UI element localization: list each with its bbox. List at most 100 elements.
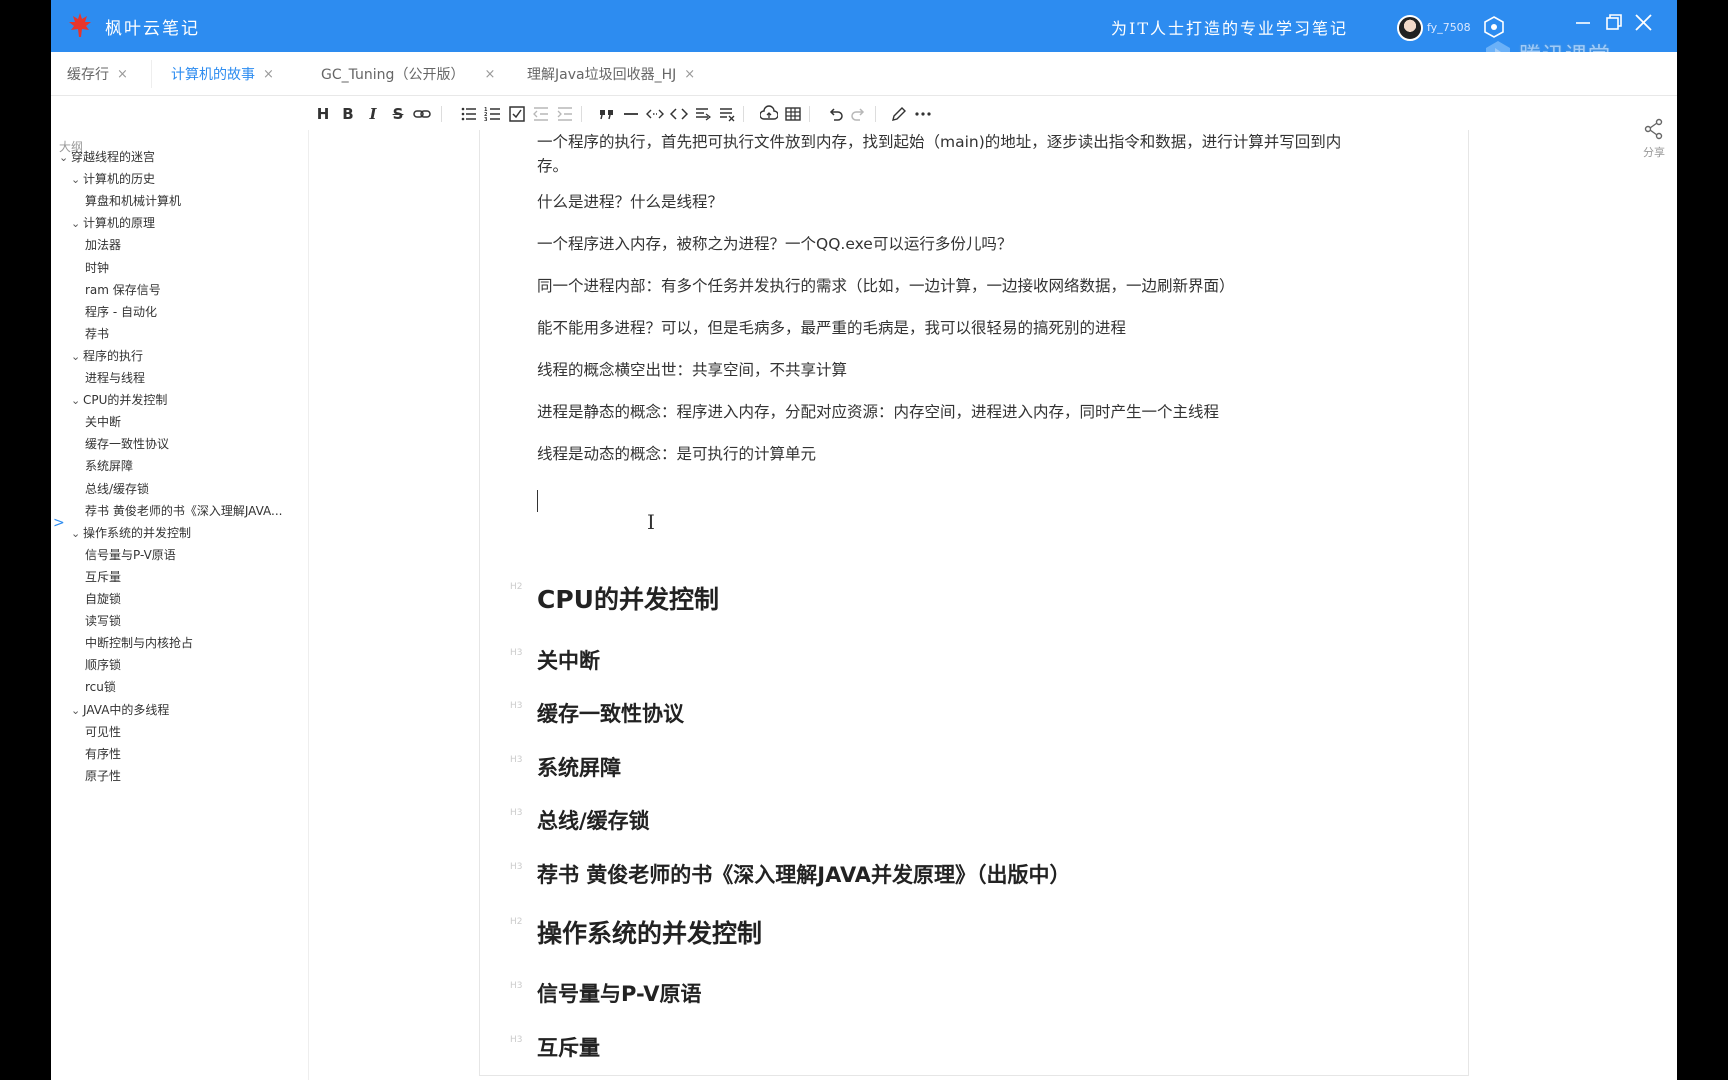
heading[interactable]: 关中断 <box>537 645 600 675</box>
tab-computer-story[interactable]: 计算机的故事 × <box>171 52 274 96</box>
outline-item[interactable]: 缓存一致性协议 <box>85 435 169 452</box>
outline-item[interactable]: 算盘和机械计算机 <box>85 192 181 209</box>
chevron-down-icon[interactable]: ⌄ <box>71 527 83 540</box>
outline-item[interactable]: ⌄ CPU的并发控制 <box>71 391 167 408</box>
chevron-down-icon[interactable]: ⌄ <box>71 394 83 407</box>
heading[interactable]: 操作系统的并发控制 <box>537 914 762 950</box>
share-button[interactable]: 分享 <box>1631 118 1677 159</box>
tab-cache-line[interactable]: 缓存行 × <box>67 52 128 96</box>
outline-item[interactable]: ⌄ JAVA中的多线程 <box>71 701 169 718</box>
outline-item[interactable]: 信号量与P-V原语 <box>85 546 176 563</box>
maple-leaf-logo-icon <box>69 13 91 37</box>
outline-item[interactable]: 原子性 <box>85 767 121 784</box>
heading-marker: H3 <box>510 648 523 658</box>
heading-icon[interactable]: H <box>313 104 333 124</box>
heading[interactable]: 系统屏障 <box>537 752 621 782</box>
paragraph[interactable]: 进程是静态的概念：程序进入内存，分配对应资源：内存空间，进程进入内存，同时产生一… <box>537 400 1219 424</box>
link-icon[interactable] <box>412 104 432 124</box>
code-block-icon[interactable] <box>669 104 689 124</box>
paragraph[interactable]: 同一个进程内部：有多个任务并发执行的需求（比如，一边计算，一边接收网络数据，一边… <box>537 274 1235 298</box>
outline-item-label: JAVA中的多线程 <box>83 702 170 717</box>
outline-item[interactable]: 有序性 <box>85 745 121 762</box>
bullet-list-icon[interactable] <box>459 104 479 124</box>
inline-code-icon[interactable] <box>645 104 665 124</box>
outline-item[interactable]: ⌄ 计算机的历史 <box>71 170 155 187</box>
table-icon[interactable] <box>783 104 803 124</box>
outline-item[interactable]: rcu锁 <box>85 678 116 695</box>
outline-item[interactable]: ⌄ 操作系统的并发控制 <box>71 524 191 541</box>
paragraph[interactable]: 一个程序进入内存，被称之为进程？一个QQ.exe可以运行多份儿吗？ <box>537 232 1012 256</box>
outline-item[interactable]: 加法器 <box>85 236 121 253</box>
heading[interactable]: 荐书 黄俊老师的书《深入理解JAVA并发原理》（出版中） <box>537 859 1071 889</box>
outline-item[interactable]: ⌄ 穿越线程的迷宫 <box>59 148 155 165</box>
user-avatar[interactable] <box>1397 15 1423 41</box>
settings-hex-icon[interactable] <box>1483 16 1505 38</box>
outline-item[interactable]: 总线/缓存锁 <box>85 480 149 497</box>
paragraph[interactable]: 线程是动态的概念：是可执行的计算单元 <box>537 442 816 466</box>
clear-format-icon[interactable] <box>717 104 737 124</box>
outline-item[interactable]: 程序 - 自动化 <box>85 303 157 320</box>
numbered-list-icon[interactable]: 123 <box>483 104 503 124</box>
outline-item[interactable]: ⌄ 程序的执行 <box>71 347 143 364</box>
outline-item-label: 时钟 <box>85 260 110 275</box>
username[interactable]: fy_7508 <box>1427 21 1471 34</box>
chevron-right-icon[interactable]: > <box>53 515 65 531</box>
outline-item-label: 操作系统的并发控制 <box>83 525 192 540</box>
minimize-icon[interactable] <box>1569 8 1599 38</box>
outline-item[interactable]: 荐书 <box>85 325 109 342</box>
document-page[interactable]: 一个程序的执行，首先把可执行文件放到内存，找到起始（main)的地址，逐步读出指… <box>479 130 1469 1076</box>
quote-icon[interactable] <box>597 104 617 124</box>
outline-item[interactable]: 自旋锁 <box>85 590 121 607</box>
strikethrough-icon[interactable]: S <box>388 104 408 124</box>
indent-icon[interactable] <box>555 104 575 124</box>
paragraph[interactable]: 能不能用多进程？可以，但是毛病多，最严重的毛病是，我可以很轻易的搞死别的进程 <box>537 316 1126 340</box>
outline-item[interactable]: 荐书 黄俊老师的书《深入理解JAVA... <box>85 502 282 519</box>
redo-icon[interactable] <box>849 104 869 124</box>
cloud-upload-icon[interactable] <box>759 104 779 124</box>
horizontal-rule-icon[interactable] <box>621 104 641 124</box>
chevron-down-icon[interactable]: ⌄ <box>59 151 71 164</box>
title-bar: 枫叶云笔记 为IT人士打造的专业学习笔记 fy_7508 腾讯课堂 <box>51 0 1677 69</box>
tab-gc-tuning[interactable]: GC_Tuning（公开版） × <box>321 52 495 96</box>
paragraph[interactable]: 一个程序的执行，首先把可执行文件放到内存，找到起始（main)的地址，逐步读出指… <box>537 130 1341 154</box>
outline-item[interactable]: 中断控制与内核抢占 <box>85 634 193 651</box>
outline-item[interactable]: 可见性 <box>85 723 121 740</box>
bold-icon[interactable]: B <box>338 104 358 124</box>
paragraph[interactable]: 存。 <box>537 154 568 178</box>
heading[interactable]: CPU的并发控制 <box>537 580 719 616</box>
italic-icon[interactable]: I <box>363 104 383 124</box>
outline-item-label: 计算机的原理 <box>83 216 156 231</box>
tab-close-icon[interactable]: × <box>684 67 695 82</box>
heading[interactable]: 总线/缓存锁 <box>537 805 650 835</box>
checklist-icon[interactable] <box>507 104 527 124</box>
heading[interactable]: 缓存一致性协议 <box>537 698 684 728</box>
chevron-down-icon[interactable]: ⌄ <box>71 350 83 363</box>
outline-item[interactable]: ram 保存信号 <box>85 281 161 298</box>
pen-icon[interactable] <box>889 104 909 124</box>
undo-icon[interactable] <box>825 104 845 124</box>
outline-item[interactable]: 顺序锁 <box>85 656 121 673</box>
heading[interactable]: 互斥量 <box>537 1032 600 1062</box>
outline-item[interactable]: 系统屏障 <box>85 457 133 474</box>
outline-item[interactable]: 读写锁 <box>85 612 121 629</box>
paragraph[interactable]: 什么是进程？什么是线程？ <box>537 190 723 214</box>
tab-java-gc[interactable]: 理解Java垃圾回收器_HJ × <box>527 52 695 96</box>
close-window-icon[interactable] <box>1629 8 1659 38</box>
chevron-down-icon[interactable]: ⌄ <box>71 173 83 186</box>
chevron-down-icon[interactable]: ⌄ <box>71 217 83 230</box>
chevron-down-icon[interactable]: ⌄ <box>71 704 83 717</box>
tab-close-icon[interactable]: × <box>263 67 274 82</box>
more-icon[interactable] <box>913 104 933 124</box>
align-icon[interactable] <box>693 104 713 124</box>
restore-icon[interactable] <box>1599 8 1629 38</box>
tab-close-icon[interactable]: × <box>484 67 495 82</box>
tab-close-icon[interactable]: × <box>117 67 128 82</box>
paragraph[interactable]: 线程的概念横空出世：共享空间，不共享计算 <box>537 358 847 382</box>
outline-item[interactable]: ⌄ 计算机的原理 <box>71 214 155 231</box>
heading[interactable]: 信号量与P-V原语 <box>537 978 701 1008</box>
outline-item[interactable]: 进程与线程 <box>85 369 145 386</box>
outline-item[interactable]: 关中断 <box>85 413 121 430</box>
outdent-icon[interactable] <box>531 104 551 124</box>
outline-item[interactable]: 时钟 <box>85 259 109 276</box>
outline-item[interactable]: 互斥量 <box>85 568 121 585</box>
